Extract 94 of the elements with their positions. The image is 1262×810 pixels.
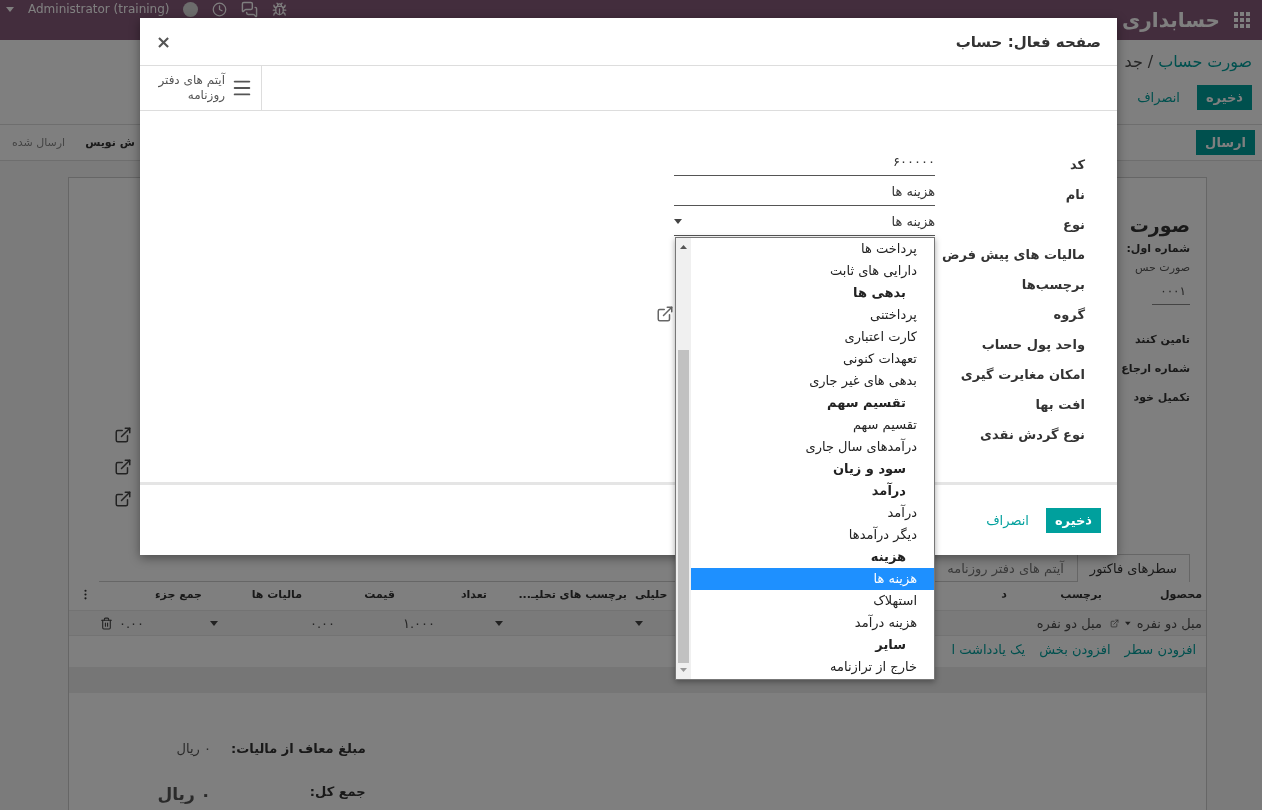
caret-icon <box>1125 620 1131 626</box>
option-group-label: بدهی ها <box>852 284 907 302</box>
table-cell: ۱.۰۰۰ <box>403 615 436 631</box>
column-header[interactable]: قیمت <box>306 582 399 610</box>
send-button[interactable]: ارسال <box>1196 130 1255 155</box>
save-button[interactable]: ذخیره <box>1045 507 1101 533</box>
breadcrumb-separator: / <box>1147 52 1154 71</box>
column-header[interactable]: تعداد <box>399 582 491 610</box>
total-value: ۰ ریال <box>175 741 211 756</box>
discard-button[interactable]: انصراف <box>1128 85 1189 110</box>
status-stage[interactable]: ارسال شده <box>12 136 66 149</box>
avatar[interactable] <box>183 2 199 17</box>
column-header[interactable]: برچسب های تحلیـ... <box>491 582 631 610</box>
number-field[interactable]: ۰۰۰۱ <box>1152 280 1190 305</box>
option-group-label: سود و زیان <box>831 460 907 478</box>
field-label: نام <box>1064 186 1085 202</box>
dropdown-option[interactable]: درآمدهای سال جاری <box>691 436 934 458</box>
caret-icon[interactable] <box>6 7 14 12</box>
add-line-link[interactable]: افزودن بخش <box>1039 642 1111 657</box>
field-label: افت بها <box>1034 396 1085 412</box>
trash-icon[interactable] <box>100 616 113 630</box>
field-label: نوع <box>1062 216 1085 232</box>
select-field[interactable]: هزینه ها <box>674 212 935 236</box>
apps-menu-icon[interactable] <box>1234 12 1250 28</box>
external-link-icon[interactable] <box>114 426 132 444</box>
total-value: ۰ ریال <box>156 784 211 804</box>
status-stage[interactable]: ش نویس <box>85 136 135 149</box>
bug-icon[interactable] <box>272 2 288 17</box>
option-group-label: تقسیم سهم <box>825 394 907 412</box>
external-link-icon[interactable] <box>1110 616 1120 630</box>
column-header[interactable]: جمع جزء <box>96 582 206 610</box>
total-label: مبلغ معاف از مالیات: <box>231 741 366 756</box>
dropdown-option[interactable]: هزینه ها <box>691 568 934 590</box>
option-group-label: سایر <box>873 636 907 654</box>
field-label: واحد پول حساب <box>980 336 1085 352</box>
dropdown-option[interactable]: کارت اعتباری <box>691 326 934 348</box>
field-label: امکان مغایرت گیری <box>959 366 1085 382</box>
notebook-tab[interactable]: سطرهای فاکتور <box>1076 554 1190 582</box>
journal-text: صورت حس <box>1135 261 1190 274</box>
caret-icon <box>495 620 503 626</box>
table-cell: مبل دو نفره <box>1136 615 1202 631</box>
table-cell: مبل دو نفره <box>1036 615 1102 631</box>
field-label: برچسب‌ها <box>1020 276 1085 292</box>
dropdown-option[interactable]: دارایی های ثابت <box>691 260 934 282</box>
option-group-label: درآمد <box>870 481 907 500</box>
chat-icon[interactable] <box>241 1 259 18</box>
document-title: صورت <box>1129 214 1190 236</box>
number-label: شماره اول: <box>1126 242 1190 255</box>
save-button[interactable]: ذخیره <box>1196 85 1252 110</box>
total-label: جمع کل: <box>308 784 366 801</box>
input-field[interactable]: ۶۰۰۰۰۰ <box>674 152 935 176</box>
caret-icon <box>635 620 643 626</box>
dropdown-option[interactable]: پرداخت ها <box>691 238 934 260</box>
field-label: تامین کنند <box>1134 333 1190 346</box>
field-label: کد <box>1068 156 1085 172</box>
dropdown-option[interactable]: تعهدات کنونی <box>691 348 934 370</box>
external-link-icon[interactable] <box>656 305 674 323</box>
add-line-link[interactable]: یک یادداشت ا <box>951 642 1026 657</box>
discard-button[interactable]: انصراف <box>977 507 1038 533</box>
option-group-label: هزینه <box>869 548 907 566</box>
dropdown-option[interactable]: هزینه درآمد <box>691 612 934 634</box>
input-field[interactable]: هزینه ها <box>674 182 935 206</box>
table-cell: ۰.۰۰ <box>119 615 145 631</box>
dropdown-option[interactable]: تقسیم سهم <box>691 414 934 436</box>
dialog-title: صفحه فعال: حساب <box>955 32 1101 51</box>
field-label: گروه <box>1052 306 1085 322</box>
field-label: مالیات های پیش فرض <box>940 246 1085 262</box>
clock-icon[interactable] <box>212 2 228 17</box>
dropdown-option[interactable]: درآمد <box>691 502 934 524</box>
field-label: نوع گردش نقدی <box>979 426 1085 442</box>
user-name[interactable]: Administrator (training) <box>28 2 170 17</box>
dropdown-option[interactable]: دیگر درآمدها <box>691 524 934 546</box>
journal-items-button[interactable]: آیتم های دفتر روزنامه <box>140 66 262 110</box>
notebook-tab[interactable]: آیتم های دفتر روزنامه <box>934 554 1077 582</box>
dropdown-option[interactable]: استهلاک <box>691 590 934 612</box>
add-line-link[interactable]: افزودن سطر <box>1124 642 1196 657</box>
scrollbar[interactable] <box>676 238 691 679</box>
breadcrumb-current: جد <box>1124 52 1143 71</box>
table-cell: ۰.۰۰ <box>310 615 336 631</box>
external-link-icon[interactable] <box>114 458 132 476</box>
field-label: شماره ارجاع <box>1121 362 1190 375</box>
dropdown-option[interactable]: بدهی های غیر جاری <box>691 370 934 392</box>
dropdown-option[interactable]: پرداختنی <box>691 304 934 326</box>
close-button[interactable]: × <box>156 31 172 52</box>
column-header[interactable]: برچسب <box>1011 582 1106 610</box>
dropdown-option[interactable]: خارج از ترازنامه <box>691 656 934 678</box>
app-title[interactable]: حسابداری <box>1121 8 1220 32</box>
caret-icon <box>210 620 218 626</box>
column-header[interactable]: محصول <box>1106 582 1206 610</box>
external-link-icon[interactable] <box>114 490 132 508</box>
breadcrumb-link[interactable]: صورت حساب <box>1158 52 1252 71</box>
caret-icon <box>674 219 682 224</box>
field-label: تکمیل خود <box>1133 391 1190 404</box>
column-header[interactable]: مالیات ها <box>206 582 306 610</box>
